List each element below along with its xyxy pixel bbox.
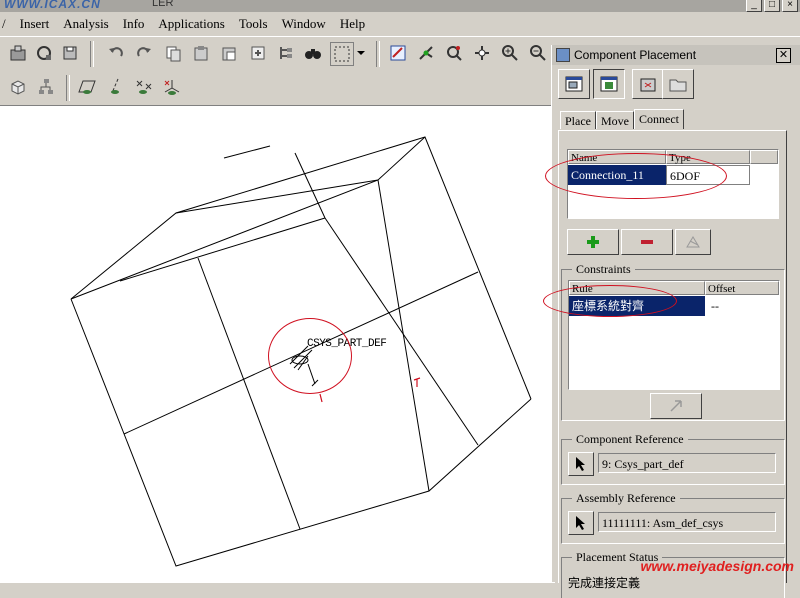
regenerate-icon[interactable]: [248, 43, 268, 63]
menu-item-window[interactable]: Window: [275, 16, 333, 32]
menu-item-applications[interactable]: Applications: [151, 16, 231, 32]
site-watermark: WWW.ICAX.CN: [4, 0, 101, 11]
hierarchy-icon[interactable]: [36, 77, 56, 97]
print-icon[interactable]: [34, 43, 54, 63]
constraint-offset-cell[interactable]: --: [705, 296, 779, 316]
view-toolbar: [0, 71, 200, 105]
component-placement-dialog: Component Placement ✕ Place Move Connect…: [543, 45, 800, 598]
add-connection-button[interactable]: [567, 229, 619, 255]
window-controls: _ □ ×: [746, 0, 798, 12]
column-header-blank: [750, 150, 778, 164]
minimize-icon[interactable]: _: [746, 0, 762, 12]
open-icon[interactable]: [8, 43, 28, 63]
graphics-viewport[interactable]: CSYS_PART_DEF: [0, 105, 555, 583]
toolbar-separator: [90, 41, 94, 67]
pan-icon[interactable]: [472, 43, 492, 63]
model-tree-icon[interactable]: [276, 43, 296, 63]
menu-item-tools[interactable]: Tools: [232, 16, 275, 32]
constraints-table[interactable]: Rule Offset 座標系統對齊 --: [568, 280, 780, 390]
component-reference-label: Component Reference: [572, 432, 688, 447]
close-window-icon[interactable]: ×: [782, 0, 798, 12]
zoom-out-icon[interactable]: [528, 43, 548, 63]
menu-item-insert[interactable]: Insert: [13, 16, 57, 32]
assembly-reference-group: Assembly Reference 11111111: Asm_def_csy…: [561, 491, 785, 544]
coordinate-system-icon[interactable]: [162, 77, 182, 97]
datum-axis-icon[interactable]: [106, 77, 126, 97]
window-title-bar: WWW.ICAX.CN LER _ □ ×: [0, 0, 800, 12]
constraints-label: Constraints: [572, 262, 635, 277]
constraint-rule-cell[interactable]: 座標系統對齊: [569, 296, 705, 316]
footer-watermark: www.meiyadesign.com: [640, 558, 794, 574]
menu-bar: / Insert Analysis Info Applications Tool…: [0, 12, 800, 36]
save-icon[interactable]: [60, 43, 80, 63]
dialog-title: Component Placement: [574, 48, 697, 62]
component-reference-field[interactable]: 9: Csys_part_def: [598, 453, 776, 473]
menu-item-analysis[interactable]: Analysis: [56, 16, 116, 32]
menu-item-help[interactable]: Help: [333, 16, 372, 32]
undo-icon[interactable]: [106, 43, 126, 63]
tab-place[interactable]: Place: [560, 111, 596, 129]
shaded-display-icon[interactable]: [8, 77, 28, 97]
menu-item-info[interactable]: Info: [116, 16, 152, 32]
pick-component-reference-button[interactable]: [568, 452, 594, 476]
connection-type-cell[interactable]: 6DOF: [666, 165, 750, 185]
paste-special-icon[interactable]: [219, 43, 239, 63]
chevron-down-icon[interactable]: [355, 43, 367, 63]
component-reference-group: Component Reference 9: Csys_part_def: [561, 432, 785, 485]
assembly-reference-field[interactable]: 11111111: Asm_def_csys: [598, 512, 776, 532]
toolbar-separator: [376, 41, 380, 67]
zoom-in-icon[interactable]: [500, 43, 520, 63]
connection-name-cell[interactable]: Connection_11: [568, 165, 666, 185]
search-binoculars-icon[interactable]: [303, 43, 323, 63]
maximize-icon[interactable]: □: [764, 0, 780, 12]
assembly-reference-label: Assembly Reference: [572, 491, 680, 506]
placement-tabs: Place Move Connect: [560, 109, 684, 129]
tab-move[interactable]: Move: [596, 111, 634, 129]
csys-label: CSYS_PART_DEF: [307, 338, 387, 350]
dialog-app-icon: [556, 48, 570, 62]
datum-point-icon[interactable]: [134, 77, 154, 97]
column-header-name[interactable]: Name: [568, 150, 666, 164]
selection-box-icon[interactable]: [330, 42, 354, 66]
connect-panel: Name Type Connection_11 6DOF Constraints…: [543, 130, 787, 598]
csys-red-marker: [413, 377, 421, 387]
pick-assembly-reference-button[interactable]: [568, 511, 594, 535]
datum-plane-icon[interactable]: [78, 77, 98, 97]
cube-model-wireframe[interactable]: [0, 106, 555, 583]
spin-center-icon[interactable]: [416, 43, 436, 63]
copy-icon[interactable]: [163, 43, 183, 63]
column-header-offset[interactable]: Offset: [705, 281, 779, 295]
remove-connection-button[interactable]: [621, 229, 673, 255]
toolbar-separator: [66, 75, 70, 101]
tab-connect[interactable]: Connect: [634, 109, 684, 129]
dialog-title-bar: Component Placement ✕: [552, 45, 800, 65]
connections-table[interactable]: Name Type Connection_11 6DOF: [567, 149, 779, 219]
close-icon[interactable]: ✕: [776, 48, 791, 63]
column-header-type[interactable]: Type: [666, 150, 750, 164]
window-title: LER: [152, 0, 174, 9]
column-header-rule[interactable]: Rule: [569, 281, 705, 295]
separate-window-icon[interactable]: [558, 69, 590, 99]
menu-item-edge: /: [2, 16, 6, 31]
connection-options-button[interactable]: [675, 229, 711, 255]
assembly-window-icon[interactable]: [593, 69, 625, 99]
constraints-group: Constraints Rule Offset 座標系統對齊 --: [561, 262, 785, 421]
repaint-icon[interactable]: [388, 43, 408, 63]
paste-icon[interactable]: [191, 43, 211, 63]
flip-constraint-button[interactable]: [650, 393, 702, 419]
placement-preview-icon[interactable]: [632, 69, 664, 99]
open-folder-icon[interactable]: [662, 69, 694, 99]
redo-icon[interactable]: [134, 43, 154, 63]
placement-status-text: 完成連接定義: [568, 576, 641, 590]
orient-mode-icon[interactable]: [444, 43, 464, 63]
